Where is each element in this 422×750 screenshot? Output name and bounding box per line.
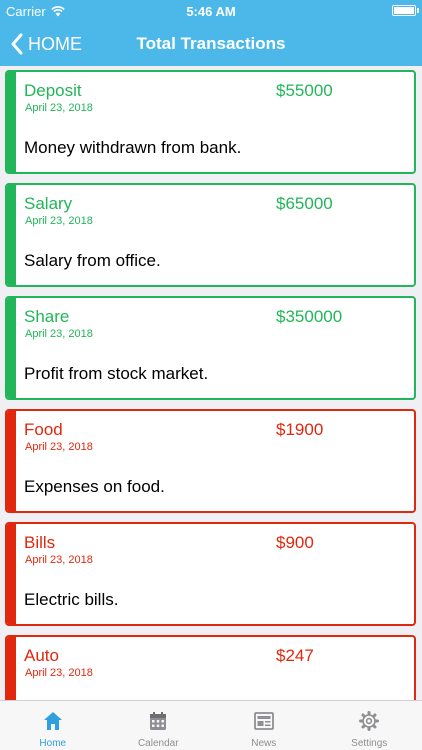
tab-label: Calendar	[137, 738, 179, 749]
transaction-card[interactable]: Auto April 23, 2018 $247	[5, 635, 416, 700]
transaction-description: Profit from stock market.	[24, 364, 209, 383]
transaction-list[interactable]: Deposit April 23, 2018 $55000 Money with…	[0, 66, 422, 700]
back-button[interactable]: HOME	[10, 22, 82, 66]
transaction-date: April 23, 2018	[25, 667, 93, 679]
tab-calendar[interactable]: Calendar	[106, 701, 212, 750]
transaction-description: Money withdrawn from bank.	[24, 138, 242, 157]
tab-label: News	[251, 738, 277, 749]
transaction-name: Salary	[24, 194, 73, 213]
transaction-card[interactable]: Deposit April 23, 2018 $55000 Money with…	[5, 70, 416, 174]
transaction-name: Bills	[24, 533, 56, 552]
transaction-date: April 23, 2018	[25, 102, 93, 114]
chevron-left-icon	[11, 33, 23, 55]
transaction-date: April 23, 2018	[25, 554, 93, 566]
transaction-card[interactable]: Bills April 23, 2018 $900 Electric bills…	[5, 522, 416, 626]
home-icon	[43, 712, 62, 730]
tab-bar: Home Calendar News Settings	[0, 700, 422, 750]
transaction-description: Expenses on food.	[24, 477, 165, 496]
transaction-amount: $1900	[276, 420, 324, 439]
tab-label: Home	[39, 738, 67, 749]
transaction-name: Deposit	[24, 81, 82, 100]
category-stripe	[7, 411, 16, 511]
transaction-name: Auto	[24, 646, 59, 665]
transaction-card[interactable]: Salary April 23, 2018 $65000 Salary from…	[5, 183, 416, 287]
tab-news[interactable]: News	[211, 701, 317, 750]
transaction-date: April 23, 2018	[25, 215, 93, 227]
category-stripe	[7, 524, 16, 624]
gear-icon	[359, 711, 380, 731]
transaction-amount: $55000	[276, 81, 333, 100]
navigation-bar: HOME Total Transactions	[0, 22, 422, 66]
news-icon	[253, 712, 274, 730]
calendar-icon	[150, 712, 167, 730]
battery-icon	[392, 5, 419, 16]
tab-label: Settings	[351, 738, 388, 749]
category-stripe	[7, 637, 16, 700]
tab-home[interactable]: Home	[0, 701, 106, 750]
status-time: 5:46 AM	[186, 4, 236, 19]
back-label: HOME	[28, 33, 82, 54]
transaction-amount: $247	[276, 646, 314, 665]
transaction-amount: $65000	[276, 194, 333, 213]
transaction-name: Food	[24, 420, 63, 439]
category-stripe	[7, 185, 16, 285]
transaction-card[interactable]: Share April 23, 2018 $350000 Profit from…	[5, 296, 416, 400]
transaction-description: Salary from office.	[24, 251, 161, 270]
transaction-date: April 23, 2018	[25, 441, 93, 453]
transaction-name: Share	[24, 307, 70, 326]
transaction-card[interactable]: Food April 23, 2018 $1900 Expenses on fo…	[5, 409, 416, 513]
transaction-amount: $350000	[276, 307, 343, 326]
transaction-date: April 23, 2018	[25, 328, 93, 340]
transaction-description: Electric bills.	[24, 590, 119, 609]
tab-settings[interactable]: Settings	[317, 701, 422, 750]
category-stripe	[7, 72, 16, 172]
transaction-amount: $900	[276, 533, 314, 552]
status-bar: Carrier 5:46 AM	[0, 0, 422, 22]
category-stripe	[7, 298, 16, 398]
